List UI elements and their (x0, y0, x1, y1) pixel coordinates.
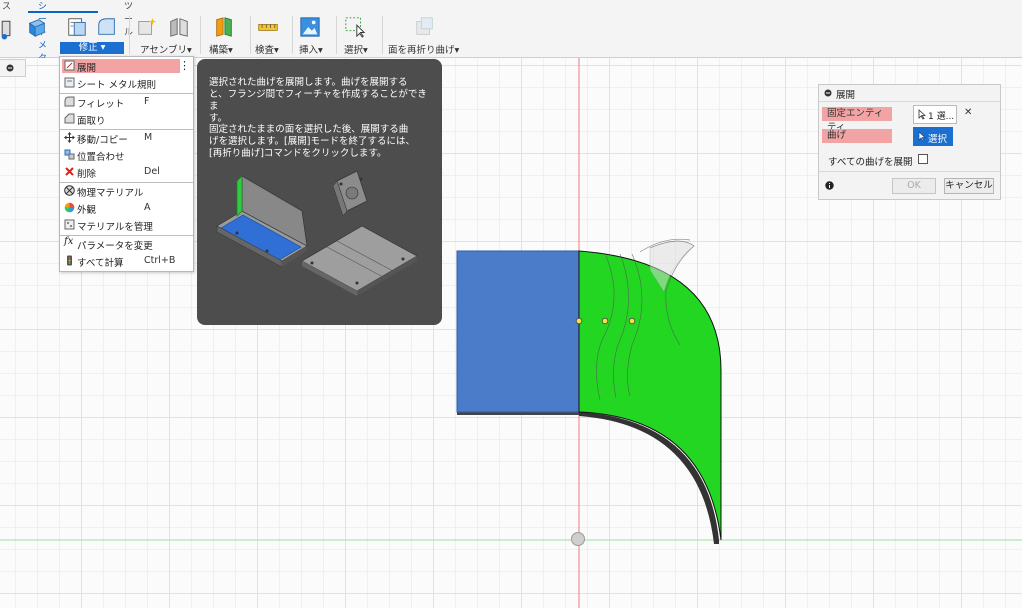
menu-item-label: 位置合わせ (77, 152, 125, 163)
fixed-face[interactable] (456, 250, 580, 413)
menu-item-compute-all[interactable]: すべて計算 Ctrl+B (60, 253, 193, 270)
align-icon (64, 149, 75, 160)
dialog-divider (819, 171, 1000, 172)
tooltip-description: 選択された曲げを展開します。曲げを展開する と、フランジ間でフィーチャを作成する… (209, 77, 427, 124)
info-icon (825, 181, 834, 190)
menu-item-unfold[interactable]: 展開 ⋮ (60, 58, 193, 75)
unfold-all-checkbox[interactable] (918, 154, 928, 164)
clear-selection-icon[interactable]: ✕ (964, 107, 972, 118)
menu-item-manage-materials[interactable]: マテリアルを管理 (60, 217, 193, 234)
menu-item-align[interactable]: 位置合わせ (60, 147, 193, 164)
bend-face[interactable] (578, 250, 722, 541)
menu-item-physical-material[interactable]: 物理マテリアル (60, 183, 193, 200)
fixed-entity-label: 固定エンティティ (822, 107, 892, 133)
bends-label: 曲げ (822, 129, 892, 143)
unfold-illustration (216, 171, 418, 296)
menu-item-label: シート メタル規則 (77, 80, 157, 91)
shortcut-key: M (144, 132, 153, 143)
menu-item-label: 削除 (77, 169, 97, 180)
fixed-entity-value: 1 選... (928, 112, 955, 122)
shortcut-key: F (144, 96, 150, 107)
shortcut-key: Del (144, 166, 160, 177)
compute-all-icon (67, 255, 72, 266)
menu-item-label: 展開 (77, 63, 97, 74)
bend-point (601, 317, 609, 325)
sheet-rule-icon (64, 77, 75, 88)
manage-material-icon (64, 219, 75, 230)
menu-item-label: すべて計算 (77, 258, 124, 269)
cursor-icon (918, 109, 927, 120)
unfold-tooltip: 選択された曲げを展開します。曲げを展開する と、フランジ間でフィーチャを作成する… (197, 59, 442, 325)
appearance-icon (64, 202, 75, 213)
bend-point (575, 317, 583, 325)
more-options-icon[interactable]: ⋮ (179, 59, 190, 72)
chamfer-icon (64, 113, 75, 124)
menu-item-fillet[interactable]: フィレット F (60, 94, 193, 111)
menu-item-delete[interactable]: 削除 Del (60, 164, 193, 181)
menu-item-label: マテリアルを管理 (77, 222, 153, 233)
menu-item-appearance[interactable]: 外観 A (60, 200, 193, 217)
menu-item-label: 物理マテリアル (77, 188, 144, 199)
collapse-icon (824, 89, 832, 97)
menu-item-move[interactable]: 移動/コピー M (60, 130, 193, 147)
unfold-all-label: すべての曲げを展開 (828, 157, 913, 168)
menu-item-chamfer[interactable]: 面取り (60, 111, 193, 128)
menu-item-label: 移動/コピー (77, 135, 128, 146)
fillet-icon (64, 96, 75, 107)
shortcut-key: Ctrl+B (144, 255, 176, 266)
menu-item-sheet-rules[interactable]: シート メタル規則 (60, 75, 193, 92)
move-icon (64, 132, 75, 143)
fixed-entity-selector[interactable]: 1 選... (913, 105, 957, 124)
origin-marker[interactable] (571, 532, 585, 546)
dialog-title: 展開 (836, 90, 856, 101)
parameters-icon: fx (64, 236, 74, 247)
menu-item-label: 面取り (77, 116, 106, 127)
dialog-header: 展開 (819, 85, 1000, 102)
shortcut-key: A (144, 202, 151, 213)
cursor-icon (918, 131, 926, 142)
unfold-icon (64, 60, 75, 71)
delete-icon (65, 167, 74, 176)
bends-select-button[interactable]: 選択 (913, 127, 953, 146)
menu-item-label: 外観 (77, 205, 97, 216)
unfold-dialog: 展開 固定エンティティ 1 選... ✕ 曲げ 選択 すべての曲げを展開 OK … (818, 84, 1001, 200)
menu-item-change-parameters[interactable]: fx パラメータを変更 (60, 236, 193, 253)
modify-dropdown-menu: 展開 ⋮ シート メタル規則 フィレット F 面取り 移動/コピー M 位置合わ… (59, 56, 194, 272)
menu-item-label: フィレット (77, 99, 125, 110)
cancel-button[interactable]: キャンセル (944, 178, 994, 194)
bend-point (628, 317, 636, 325)
menu-item-label: パラメータを変更 (77, 241, 153, 252)
select-button-label: 選択 (928, 134, 948, 145)
physical-material-icon (64, 185, 75, 196)
ok-button[interactable]: OK (892, 178, 936, 194)
tooltip-instructions: 固定されたままの面を選択した後、展開する曲 げを選択します。[展開]モードを終了… (209, 124, 415, 159)
